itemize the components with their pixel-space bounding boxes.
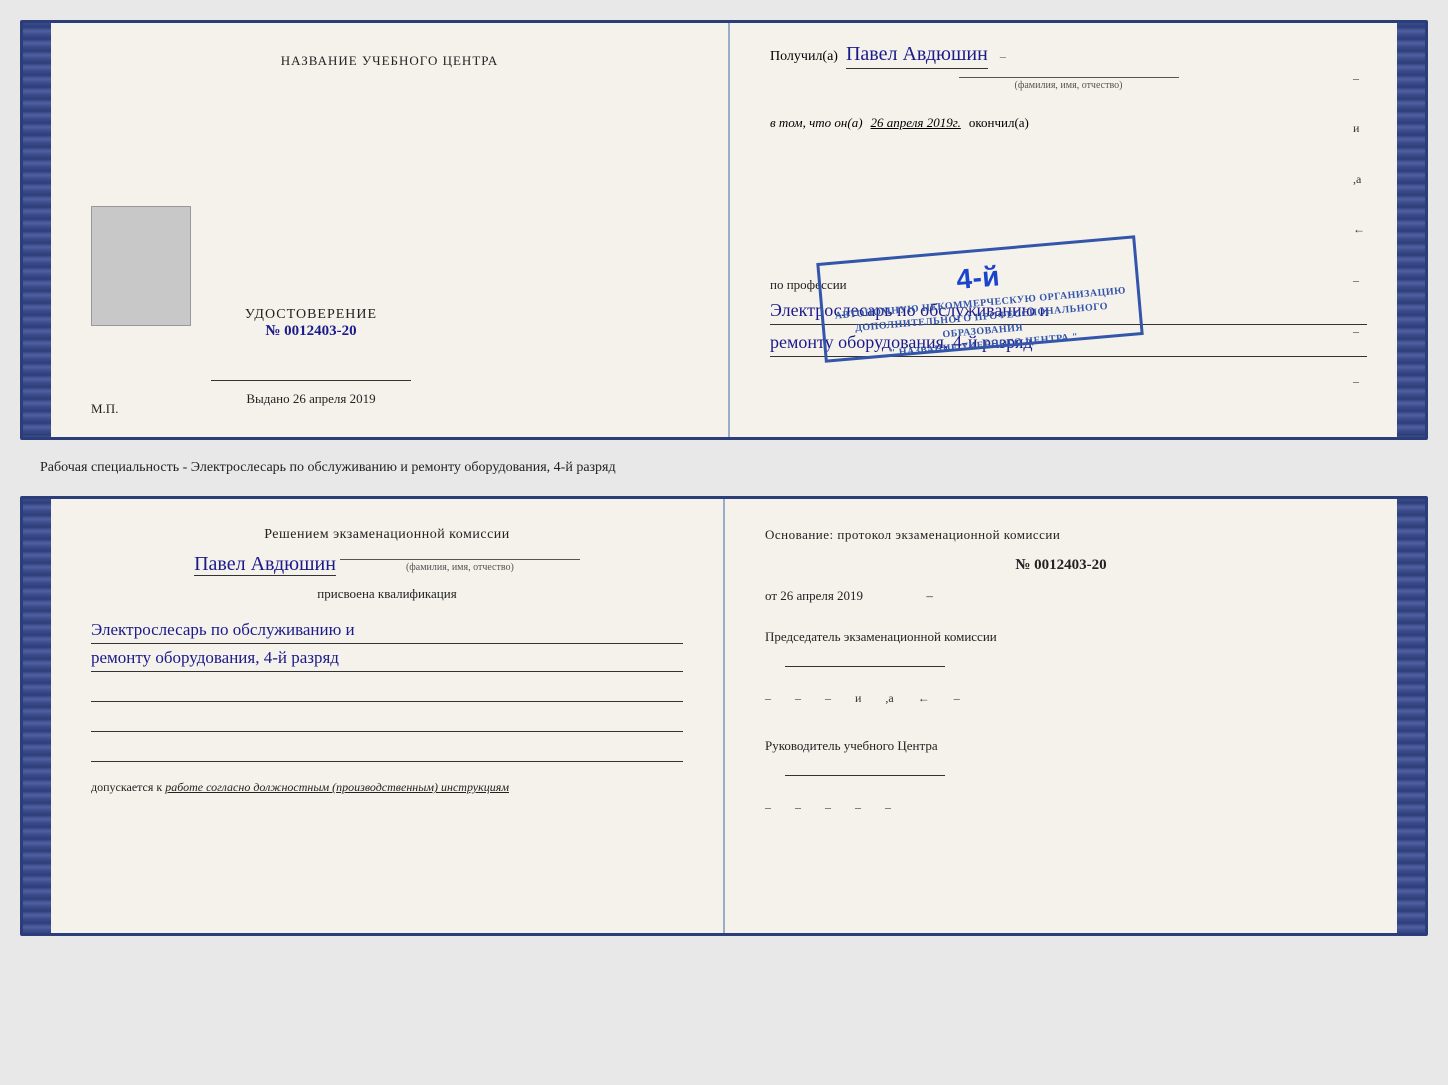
- ot-label: от: [765, 588, 777, 603]
- middle-strip: Рабочая специальность - Электрослесарь п…: [20, 452, 1428, 484]
- predsedatel-label: Председатель экзаменационной комиссии: [765, 628, 1357, 646]
- dopuskaetsya-block: допускается к работе согласно должностны…: [91, 780, 683, 795]
- top-right-page: Получил(a) Павел Авдюшин – (фамилия, имя…: [730, 23, 1397, 437]
- dopuskaetsya-label: допускается к: [91, 780, 162, 794]
- sig-line-2: [91, 712, 683, 732]
- rukovoditel-sig-line: [785, 775, 945, 776]
- mp-label: М.П.: [91, 401, 118, 417]
- bottom-fio-label: (фамилия, имя, отчество): [340, 559, 580, 573]
- vydano-label: Выдано: [246, 391, 289, 406]
- spine-left: [23, 23, 51, 437]
- komissia-title: Решением экзаменационной комиссии: [91, 527, 683, 543]
- vtom-date: 26 апреля 2019г.: [871, 115, 961, 131]
- rukovoditel-label: Руководитель учебного Центра: [765, 737, 1357, 755]
- profession-line1-top: Электрослесарь по обслуживанию и: [770, 297, 1367, 325]
- bottom-spine-right: [1397, 499, 1425, 933]
- middle-text: Рабочая специальность - Электрослесарь п…: [40, 460, 616, 475]
- bottom-profession-line1: Электрослесарь по обслуживанию и: [91, 616, 683, 644]
- spine-right: [1397, 23, 1425, 437]
- professii-block: по профессии Электрослесарь по обслужива…: [770, 277, 1367, 357]
- training-center-title: НАЗВАНИЕ УЧЕБНОГО ЦЕНТРА: [281, 53, 498, 69]
- vydano-block: Выдано 26 апреля 2019: [211, 391, 411, 407]
- poluchil-label: Получил(a): [770, 49, 838, 65]
- photo-placeholder: [91, 206, 191, 326]
- top-left-page: НАЗВАНИЕ УЧЕБНОГО ЦЕНТРА УДОСТОВЕРЕНИЕ №…: [51, 23, 730, 437]
- osnovanie-text: Основание: протокол экзаменационной коми…: [765, 527, 1357, 543]
- udostoverenie-block: УДОСТОВЕРЕНИЕ № 0012403-20: [211, 307, 411, 340]
- sig-line-3: [91, 742, 683, 762]
- bottom-recipient-name: Павел Авдюшин: [194, 553, 336, 576]
- right-edge-dashes: – и ,а ← – – –: [1353, 23, 1365, 437]
- rukovoditel-block: Руководитель учебного Центра: [765, 737, 1357, 776]
- dopusk-text: работе согласно должностным (производств…: [165, 780, 509, 794]
- bottom-profession-line2: ремонту оборудования, 4-й разряд: [91, 644, 683, 672]
- bottom-number: № 0012403-20: [765, 557, 1357, 574]
- predsedatel-block: Председатель экзаменационной комиссии: [765, 628, 1357, 667]
- profession-line2-top: ремонту оборудования, 4-й разряд: [770, 329, 1367, 357]
- bottom-right-page: Основание: протокол экзаменационной коми…: [725, 499, 1397, 933]
- recipient-name: Павел Авдюшин: [846, 43, 988, 69]
- sig-line-1: [91, 682, 683, 702]
- ot-date: 26 апреля 2019: [780, 588, 863, 603]
- bottom-spine-left: [23, 499, 51, 933]
- bottom-left-page: Решением экзаменационной комиссии Павел …: [51, 499, 725, 933]
- document-top: НАЗВАНИЕ УЧЕБНОГО ЦЕНТРА УДОСТОВЕРЕНИЕ №…: [20, 20, 1428, 440]
- vtom-label: в том, что он(а): [770, 115, 863, 131]
- okonchil-label: окончил(а): [969, 115, 1029, 131]
- vydano-date: 26 апреля 2019: [293, 391, 376, 406]
- udostoverenie-number: № 0012403-20: [211, 323, 411, 340]
- fio-label-top: (фамилия, имя, отчество): [959, 77, 1179, 91]
- page-wrapper: НАЗВАНИЕ УЧЕБНОГО ЦЕНТРА УДОСТОВЕРЕНИЕ №…: [20, 20, 1428, 936]
- professii-label: по профессии: [770, 277, 847, 292]
- document-bottom: Решением экзаменационной комиссии Павел …: [20, 496, 1428, 936]
- udostoverenie-label: УДОСТОВЕРЕНИЕ: [211, 307, 411, 323]
- predsedatel-sig-line: [785, 666, 945, 667]
- prisvoena-text: присвоена квалификация: [91, 586, 683, 602]
- ot-line: от 26 апреля 2019 –: [765, 588, 1357, 604]
